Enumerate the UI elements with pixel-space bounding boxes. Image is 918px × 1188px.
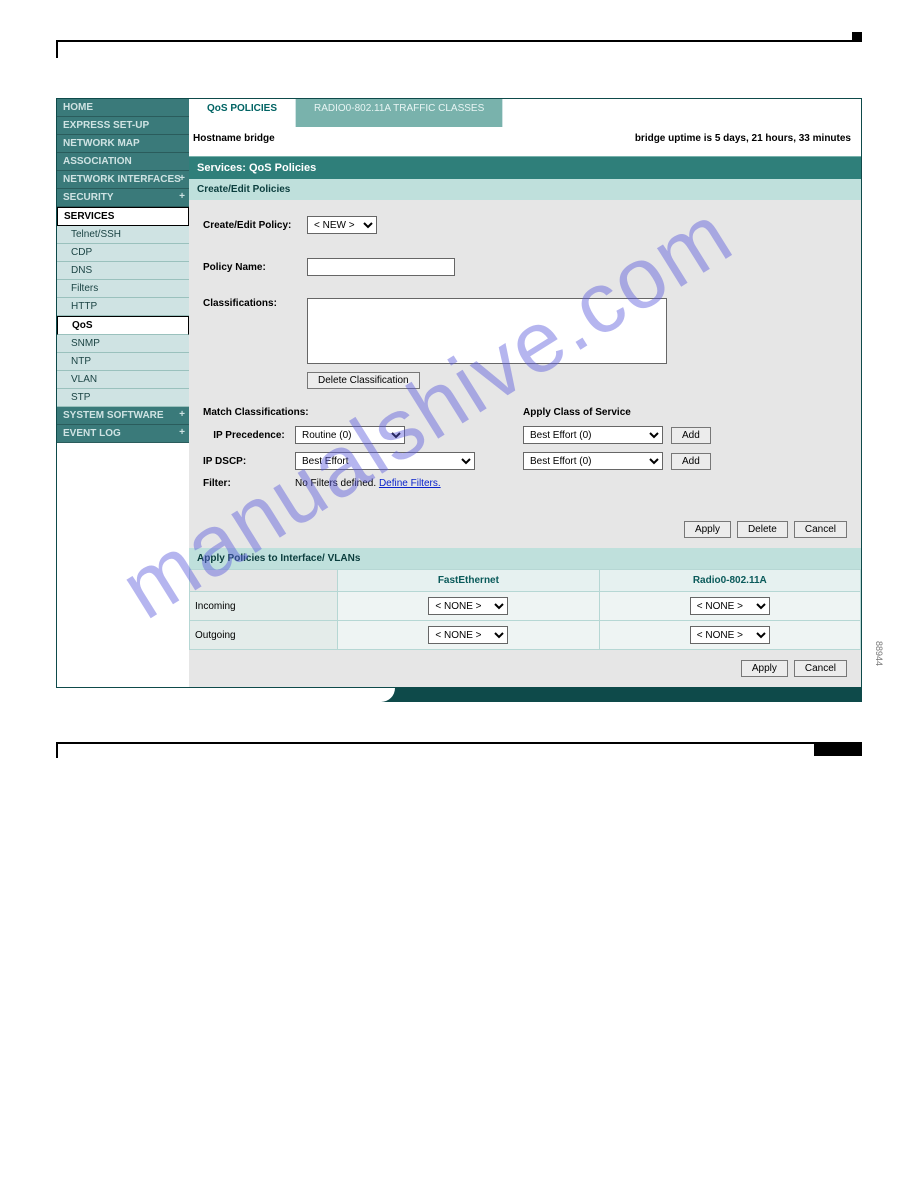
- footer-swoosh: [56, 688, 862, 702]
- nav-snmp[interactable]: SNMP: [57, 335, 189, 353]
- iface-header-fastethernet: FastEthernet: [338, 570, 599, 592]
- nav-express-setup[interactable]: EXPRESS SET-UP: [57, 117, 189, 135]
- iface-header-blank: [190, 570, 338, 592]
- apply-interface-button[interactable]: Apply: [741, 660, 788, 677]
- main-pane: QoS POLICIES RADIO0-802.11A TRAFFIC CLAS…: [189, 99, 861, 687]
- nav-home[interactable]: HOME: [57, 99, 189, 117]
- hostname-uptime-row: Hostname bridge bridge uptime is 5 days,…: [189, 127, 861, 157]
- add-cos-1-button[interactable]: Add: [671, 427, 711, 444]
- nav-stp[interactable]: STP: [57, 389, 189, 407]
- nav-event-log[interactable]: EVENT LOG +: [57, 425, 189, 443]
- sidebar-nav: HOME EXPRESS SET-UP NETWORK MAP ASSOCIAT…: [57, 99, 189, 687]
- incoming-fastethernet-select[interactable]: < NONE >: [428, 597, 508, 615]
- ip-precedence-label: IP Precedence:: [203, 430, 295, 441]
- add-cos-2-button[interactable]: Add: [671, 453, 711, 470]
- classifications-list[interactable]: [307, 298, 667, 364]
- ip-dscp-select[interactable]: Best Effort: [295, 452, 475, 470]
- nav-ntp[interactable]: NTP: [57, 353, 189, 371]
- ip-dscp-label: IP DSCP:: [203, 456, 295, 467]
- ip-precedence-select[interactable]: Routine (0): [295, 426, 405, 444]
- policy-panel: Create/Edit Policy: < NEW > Policy Name:…: [189, 200, 861, 511]
- nav-qos[interactable]: QoS: [57, 316, 189, 335]
- subhead-apply-to-vlan: Apply Policies to Interface/ VLANs: [189, 548, 861, 569]
- policy-name-label: Policy Name:: [203, 262, 307, 273]
- nav-cdp[interactable]: CDP: [57, 244, 189, 262]
- nav-network-interfaces[interactable]: NETWORK INTERFACES+: [57, 171, 189, 189]
- outgoing-fastethernet-select[interactable]: < NONE >: [428, 626, 508, 644]
- nav-event-log-label: EVENT LOG: [63, 428, 121, 439]
- delete-policy-button[interactable]: Delete: [737, 521, 788, 538]
- create-edit-policy-label: Create/Edit Policy:: [203, 220, 307, 231]
- match-classifications-label: Match Classifications:: [203, 407, 493, 418]
- nav-security[interactable]: SECURITY +: [57, 189, 189, 207]
- apply-cos-label: Apply Class of Service: [523, 407, 847, 418]
- outgoing-radio-select[interactable]: < NONE >: [690, 626, 770, 644]
- nav-services[interactable]: SERVICES: [57, 207, 189, 226]
- iface-header-radio: Radio0-802.11A: [599, 570, 860, 592]
- policy-name-input[interactable]: [307, 258, 455, 276]
- nav-telnet-ssh[interactable]: Telnet/SSH: [57, 226, 189, 244]
- nav-network-map[interactable]: NETWORK MAP: [57, 135, 189, 153]
- nav-dns[interactable]: DNS: [57, 262, 189, 280]
- nav-vlan[interactable]: VLAN: [57, 371, 189, 389]
- side-figure-id: 88944: [874, 641, 884, 666]
- nav-system-software-label: SYSTEM SOFTWARE: [63, 410, 164, 421]
- sidebar-fill: [57, 443, 189, 687]
- cos-ip-precedence-select[interactable]: Best Effort (0): [523, 426, 663, 444]
- nav-association[interactable]: ASSOCIATION: [57, 153, 189, 171]
- hostname-label: Hostname bridge: [193, 133, 275, 144]
- page-header-rule: [56, 40, 862, 58]
- no-filters-text: No Filters defined.: [295, 478, 376, 489]
- uptime-label: bridge uptime is 5 days, 21 hours, 33 mi…: [635, 133, 851, 144]
- cancel-policy-button[interactable]: Cancel: [794, 521, 847, 538]
- classifications-label: Classifications:: [203, 298, 307, 309]
- expand-icon: +: [179, 173, 185, 184]
- apply-policy-button[interactable]: Apply: [684, 521, 731, 538]
- tab-qos-policies[interactable]: QoS POLICIES: [189, 99, 296, 127]
- delete-classification-button[interactable]: Delete Classification: [307, 372, 420, 389]
- incoming-row-label: Incoming: [190, 592, 338, 621]
- tab-row: QoS POLICIES RADIO0-802.11A TRAFFIC CLAS…: [189, 99, 861, 127]
- interface-table: FastEthernet Radio0-802.11A Incoming < N…: [189, 569, 861, 650]
- expand-icon: +: [179, 191, 185, 202]
- policy-buttons: Apply Delete Cancel: [189, 511, 861, 548]
- cos-ip-dscp-select[interactable]: Best Effort (0): [523, 452, 663, 470]
- expand-icon: +: [179, 409, 185, 420]
- tab-radio-traffic-classes[interactable]: RADIO0-802.11A TRAFFIC CLASSES: [296, 99, 503, 127]
- nav-network-interfaces-label: NETWORK INTERFACES: [63, 174, 181, 185]
- subhead-create-edit-policies: Create/Edit Policies: [189, 179, 861, 200]
- filter-label: Filter:: [203, 478, 295, 489]
- cancel-interface-button[interactable]: Cancel: [794, 660, 847, 677]
- define-filters-link[interactable]: Define Filters.: [379, 478, 441, 489]
- nav-http[interactable]: HTTP: [57, 298, 189, 316]
- section-title-services-qos: Services: QoS Policies: [189, 157, 861, 179]
- interface-buttons: Apply Cancel: [189, 650, 861, 687]
- app-frame: HOME EXPRESS SET-UP NETWORK MAP ASSOCIAT…: [56, 98, 862, 688]
- page-footer-rule: [56, 742, 862, 758]
- incoming-radio-select[interactable]: < NONE >: [690, 597, 770, 615]
- nav-system-software[interactable]: SYSTEM SOFTWARE +: [57, 407, 189, 425]
- outgoing-row-label: Outgoing: [190, 621, 338, 650]
- create-edit-policy-select[interactable]: < NEW >: [307, 216, 377, 234]
- expand-icon: +: [179, 427, 185, 438]
- nav-security-label: SECURITY: [63, 192, 114, 203]
- nav-filters[interactable]: Filters: [57, 280, 189, 298]
